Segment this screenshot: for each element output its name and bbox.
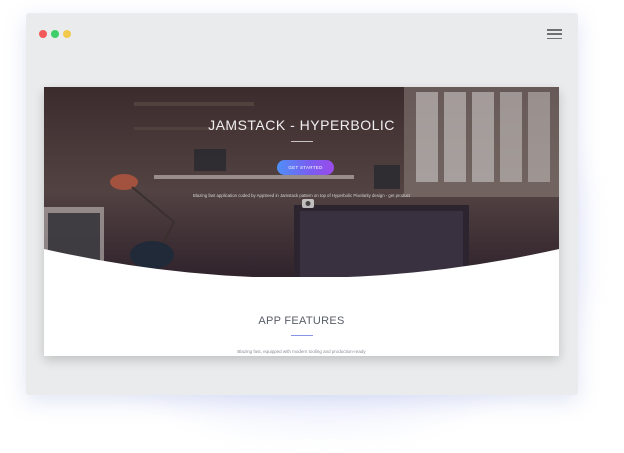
features-divider (290, 335, 313, 336)
close-dot-icon[interactable] (39, 30, 47, 38)
hamburger-menu-icon[interactable] (547, 29, 562, 39)
title-divider (290, 141, 313, 142)
window-controls (39, 30, 71, 38)
browser-window: JAMSTACK - HYPERBOLIC GET STARTED Blazin… (26, 13, 578, 395)
hero-curve-divider (44, 249, 559, 282)
menu-bar (547, 29, 562, 31)
menu-bar (547, 33, 562, 35)
features-description: Blazing fast, equipped with modern tooli… (237, 349, 366, 354)
hero-tagline: Blazing fast application coded by AppSee… (193, 193, 410, 198)
minimize-dot-icon[interactable] (51, 30, 59, 38)
website-preview: JAMSTACK - HYPERBOLIC GET STARTED Blazin… (44, 87, 559, 356)
features-title: APP FEATURES (258, 315, 345, 327)
maximize-dot-icon[interactable] (63, 30, 71, 38)
menu-bar (547, 37, 562, 39)
get-started-button[interactable]: GET STARTED (277, 160, 334, 175)
hero-title: JAMSTACK - HYPERBOLIC (208, 117, 395, 133)
